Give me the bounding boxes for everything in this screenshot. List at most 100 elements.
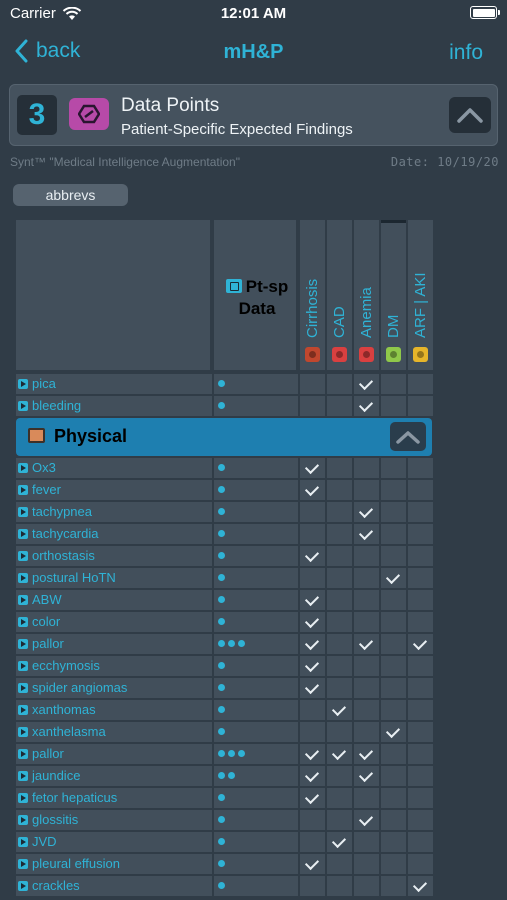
empty-cell[interactable] [381,744,406,764]
empty-cell[interactable] [327,396,352,416]
empty-cell[interactable] [408,568,433,588]
checkmark-cell[interactable] [300,480,325,500]
empty-cell[interactable] [408,396,433,416]
checkmark-cell[interactable] [408,876,433,896]
empty-cell[interactable] [300,876,325,896]
empty-cell[interactable] [408,678,433,698]
empty-cell[interactable] [354,678,379,698]
empty-cell[interactable] [354,568,379,588]
empty-cell[interactable] [327,568,352,588]
empty-cell[interactable] [381,480,406,500]
diagnosis-header-dm[interactable]: DM [381,220,406,370]
finding-label[interactable]: xanthomas [16,700,212,720]
finding-label[interactable]: pleural effusion [16,854,212,874]
empty-cell[interactable] [327,590,352,610]
empty-cell[interactable] [327,656,352,676]
finding-label[interactable]: pallor [16,634,212,654]
empty-cell[interactable] [327,546,352,566]
pt-sp-cell[interactable] [214,854,298,874]
empty-cell[interactable] [408,458,433,478]
finding-label[interactable]: color [16,612,212,632]
empty-cell[interactable] [408,656,433,676]
empty-cell[interactable] [381,374,406,394]
checkmark-cell[interactable] [300,678,325,698]
pt-sp-header[interactable]: Pt-sp Data [214,220,298,370]
pt-sp-cell[interactable] [214,700,298,720]
finding-label[interactable]: tachypnea [16,502,212,522]
empty-cell[interactable] [354,656,379,676]
finding-label[interactable]: bleeding [16,396,212,416]
checkmark-cell[interactable] [300,612,325,632]
pt-sp-cell[interactable] [214,678,298,698]
empty-cell[interactable] [300,700,325,720]
empty-cell[interactable] [408,546,433,566]
empty-cell[interactable] [300,568,325,588]
empty-cell[interactable] [327,678,352,698]
checkmark-cell[interactable] [354,396,379,416]
empty-cell[interactable] [300,396,325,416]
pt-sp-cell[interactable] [214,502,298,522]
info-button[interactable]: info [449,41,483,65]
checkmark-cell[interactable] [300,766,325,786]
finding-label[interactable]: fetor hepaticus [16,788,212,808]
pt-sp-cell[interactable] [214,396,298,416]
empty-cell[interactable] [327,766,352,786]
checkmark-cell[interactable] [381,722,406,742]
finding-label[interactable]: ecchymosis [16,656,212,676]
empty-cell[interactable] [327,722,352,742]
empty-cell[interactable] [408,612,433,632]
empty-cell[interactable] [381,810,406,830]
empty-cell[interactable] [381,700,406,720]
checkmark-cell[interactable] [300,744,325,764]
diagnosis-header-cad[interactable]: CAD [327,220,352,370]
empty-cell[interactable] [300,374,325,394]
checkmark-cell[interactable] [381,568,406,588]
empty-cell[interactable] [381,590,406,610]
pt-sp-cell[interactable] [214,546,298,566]
empty-cell[interactable] [327,612,352,632]
empty-cell[interactable] [408,744,433,764]
finding-label[interactable]: Ox3 [16,458,212,478]
pt-sp-cell[interactable] [214,374,298,394]
empty-cell[interactable] [354,546,379,566]
empty-cell[interactable] [381,634,406,654]
empty-cell[interactable] [300,810,325,830]
empty-cell[interactable] [408,502,433,522]
diagnosis-header-anemia[interactable]: Anemia [354,220,379,370]
empty-cell[interactable] [408,524,433,544]
pt-sp-cell[interactable] [214,810,298,830]
finding-label[interactable]: orthostasis [16,546,212,566]
empty-cell[interactable] [354,700,379,720]
pt-sp-cell[interactable] [214,722,298,742]
pt-sp-cell[interactable] [214,656,298,676]
checkmark-cell[interactable] [327,700,352,720]
empty-cell[interactable] [327,374,352,394]
checkmark-cell[interactable] [354,634,379,654]
finding-label[interactable]: ABW [16,590,212,610]
empty-cell[interactable] [381,678,406,698]
empty-cell[interactable] [408,832,433,852]
empty-cell[interactable] [327,502,352,522]
empty-cell[interactable] [381,546,406,566]
checkmark-cell[interactable] [300,788,325,808]
pt-sp-cell[interactable] [214,480,298,500]
checkmark-cell[interactable] [354,744,379,764]
finding-label[interactable]: crackles [16,876,212,896]
finding-label[interactable]: JVD [16,832,212,852]
pt-sp-cell[interactable] [214,876,298,896]
empty-cell[interactable] [327,788,352,808]
empty-cell[interactable] [381,854,406,874]
checkmark-cell[interactable] [354,524,379,544]
empty-cell[interactable] [408,700,433,720]
empty-cell[interactable] [354,480,379,500]
checkmark-cell[interactable] [300,634,325,654]
pt-sp-cell[interactable] [214,590,298,610]
empty-cell[interactable] [354,612,379,632]
empty-cell[interactable] [354,458,379,478]
finding-label[interactable]: pallor [16,744,212,764]
empty-cell[interactable] [354,876,379,896]
abbrevs-button[interactable]: abbrevs [13,184,128,206]
checkmark-cell[interactable] [327,744,352,764]
finding-label[interactable]: spider angiomas [16,678,212,698]
empty-cell[interactable] [408,722,433,742]
